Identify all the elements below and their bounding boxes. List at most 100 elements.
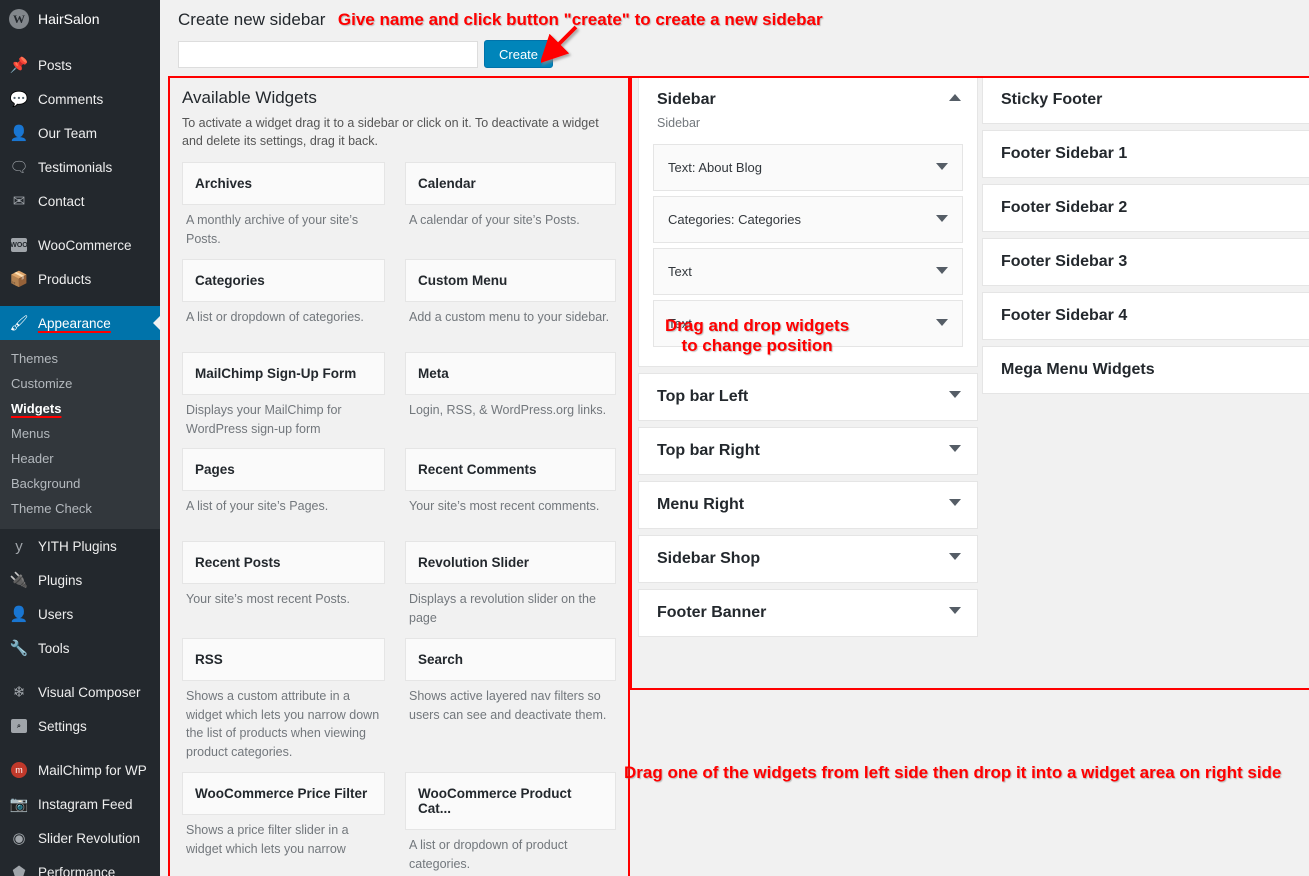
submenu-item-widgets[interactable]: Widgets xyxy=(0,396,160,421)
widget-area-footer-sidebar-2: Footer Sidebar 2 xyxy=(982,184,1309,232)
main-content: Create new sidebar Give name and click b… xyxy=(160,0,1309,876)
sidebar-item-comments[interactable]: 💬 Comments xyxy=(0,82,160,116)
widget-area-header[interactable]: Footer Sidebar 4 xyxy=(983,293,1309,339)
menu-spacer xyxy=(0,38,160,48)
widget-categories[interactable]: Categories xyxy=(182,258,385,302)
site-title[interactable]: W HairSalon xyxy=(0,0,160,38)
submenu-item-themes[interactable]: Themes xyxy=(0,346,160,371)
available-widgets-title: Available Widgets xyxy=(182,88,317,107)
sidebar-item-label: YITH Plugins xyxy=(38,538,117,554)
sidebar-item-yith-plugins[interactable]: у YITH Plugins xyxy=(0,529,160,563)
sidebar-item-visual-composer[interactable]: ❄ Visual Composer xyxy=(0,675,160,709)
widget-calendar[interactable]: Calendar xyxy=(405,162,616,206)
widget-area-header[interactable]: Menu Right xyxy=(639,482,977,528)
widget-woocommerce-product-categories[interactable]: WooCommerce Product Cat... xyxy=(405,771,616,830)
submenu-item-customize[interactable]: Customize xyxy=(0,371,160,396)
widget-pages[interactable]: Pages xyxy=(182,448,385,492)
sidebar-item-woocommerce[interactable]: WOO WooCommerce xyxy=(0,228,160,262)
widget-area-header[interactable]: Sidebar Shop xyxy=(639,536,977,582)
widget-area-header[interactable]: Top bar Left xyxy=(639,374,977,420)
widget-area-sticky-footer: Sticky Footer xyxy=(982,76,1309,124)
admin-sidebar: W HairSalon 📌 Posts 💬 Comments 👤 Our Tea… xyxy=(0,0,160,876)
widget-description: Shows a price filter slider in a widget … xyxy=(186,822,349,856)
sidebar-item-mailchimp-for-wp[interactable]: m MailChimp for WP xyxy=(0,753,160,787)
widget-description: Displays your MailChimp for WordPress si… xyxy=(186,402,342,436)
widget-cell: WooCommerce Product Cat... A list or dro… xyxy=(399,771,616,876)
sidebar-item-label: Plugins xyxy=(38,572,83,588)
expand-arrow-down-icon[interactable] xyxy=(936,215,948,222)
create-sidebar-form: Create xyxy=(178,40,1309,68)
widget-area-name: Sticky Footer xyxy=(1001,91,1103,108)
widget-description: A monthly archive of your site’s Posts. xyxy=(186,213,359,246)
widget-area-header[interactable]: Footer Sidebar 2 xyxy=(983,185,1309,231)
widget-custom-menu[interactable]: Custom Menu xyxy=(405,258,616,302)
expand-arrow-down-icon[interactable] xyxy=(936,163,948,170)
assigned-widget-row[interactable]: Categories: Categories xyxy=(653,196,963,243)
sidebar-item-users[interactable]: 👤 Users xyxy=(0,597,160,631)
create-button[interactable]: Create xyxy=(484,40,554,68)
create-sidebar-section: Create new sidebar Give name and click b… xyxy=(160,0,1309,68)
collapse-arrow-up-icon[interactable] xyxy=(949,94,961,101)
users-icon: 👤 xyxy=(9,605,29,623)
expand-arrow-down-icon[interactable] xyxy=(949,553,961,560)
widget-area-name: Top bar Right xyxy=(657,442,760,459)
widget-area-header[interactable]: Sticky Footer xyxy=(983,77,1309,123)
camera-icon: 📷 xyxy=(9,795,29,813)
widget-mailchimp-sign-up-form[interactable]: MailChimp Sign-Up Form xyxy=(182,351,385,395)
sidebar-item-appearance[interactable]: 🖌 Appearance xyxy=(0,306,160,340)
widget-woocommerce-price-filter[interactable]: WooCommerce Price Filter xyxy=(182,771,385,815)
widget-area-header[interactable]: Footer Banner xyxy=(639,590,977,636)
sidebar-item-instagram-feed[interactable]: 📷 Instagram Feed xyxy=(0,787,160,821)
assigned-widget-row[interactable]: Text xyxy=(653,248,963,295)
expand-arrow-down-icon[interactable] xyxy=(949,607,961,614)
sidebar-item-plugins[interactable]: 🔌 Plugins xyxy=(0,563,160,597)
annotation-create-sidebar: Give name and click button "create" to c… xyxy=(337,10,823,30)
sidebar-item-slider-revolution[interactable]: ◉ Slider Revolution xyxy=(0,821,160,855)
widget-area-header[interactable]: Sidebar Sidebar xyxy=(639,77,977,144)
sidebar-item-our-team[interactable]: 👤 Our Team xyxy=(0,116,160,150)
assigned-widget-row[interactable]: Text xyxy=(653,300,963,347)
expand-arrow-down-icon[interactable] xyxy=(949,391,961,398)
widget-area-header[interactable]: Top bar Right xyxy=(639,428,977,474)
widget-recent-posts[interactable]: Recent Posts xyxy=(182,541,385,585)
submenu-label: Menus xyxy=(11,426,51,441)
widget-area-header[interactable]: Mega Menu Widgets xyxy=(983,347,1309,393)
widget-area-header[interactable]: Footer Sidebar 3 xyxy=(983,239,1309,285)
available-widgets-description: To activate a widget drag it to a sideba… xyxy=(182,116,599,149)
expand-arrow-down-icon[interactable] xyxy=(949,445,961,452)
widget-archives[interactable]: Archives xyxy=(182,162,385,206)
sidebar-item-contact[interactable]: ✉ Contact xyxy=(0,184,160,218)
new-sidebar-name-input[interactable] xyxy=(178,40,478,68)
widget-recent-comments[interactable]: Recent Comments xyxy=(405,448,616,492)
widget-cell: Recent Posts Your site’s most recent Pos… xyxy=(182,541,399,638)
sidebar-item-posts[interactable]: 📌 Posts xyxy=(0,48,160,82)
create-sidebar-title: Create new sidebar xyxy=(178,10,326,29)
sidebar-item-label: Appearance xyxy=(38,315,111,331)
sidebar-item-tools[interactable]: 🔧 Tools xyxy=(0,631,160,665)
menu-spacer xyxy=(0,743,160,753)
comment-icon: 💬 xyxy=(9,90,29,108)
widget-cell: Archives A monthly archive of your site’… xyxy=(182,162,399,259)
widget-meta[interactable]: Meta xyxy=(405,351,616,395)
assigned-widget-row[interactable]: Text: About Blog xyxy=(653,144,963,191)
submenu-item-background[interactable]: Background xyxy=(0,471,160,496)
submenu-item-header[interactable]: Header xyxy=(0,446,160,471)
sidebar-item-settings[interactable]: ⌕ Settings xyxy=(0,709,160,743)
menu-spacer xyxy=(0,218,160,228)
submenu-item-theme-check[interactable]: Theme Check xyxy=(0,496,160,521)
expand-arrow-down-icon[interactable] xyxy=(936,267,948,274)
widget-search[interactable]: Search xyxy=(405,637,616,681)
expand-arrow-down-icon[interactable] xyxy=(949,499,961,506)
widget-area-header[interactable]: Footer Sidebar 1 xyxy=(983,131,1309,177)
sidebar-item-testimonials[interactable]: 🗨 Testimonials xyxy=(0,150,160,184)
envelope-icon: ✉ xyxy=(12,192,26,210)
widget-rss[interactable]: RSS xyxy=(182,637,385,681)
widget-description: A list or dropdown of categories. xyxy=(186,309,364,324)
widget-area-mega-menu-widgets: Mega Menu Widgets xyxy=(982,346,1309,394)
available-widgets-panel: Available Widgets To activate a widget d… xyxy=(168,76,630,876)
expand-arrow-down-icon[interactable] xyxy=(936,319,948,326)
sidebar-item-products[interactable]: 📦 Products xyxy=(0,262,160,296)
widget-revolution-slider[interactable]: Revolution Slider xyxy=(405,541,616,585)
sidebar-item-performance[interactable]: ⬟ Performance xyxy=(0,855,160,876)
submenu-item-menus[interactable]: Menus xyxy=(0,421,160,446)
